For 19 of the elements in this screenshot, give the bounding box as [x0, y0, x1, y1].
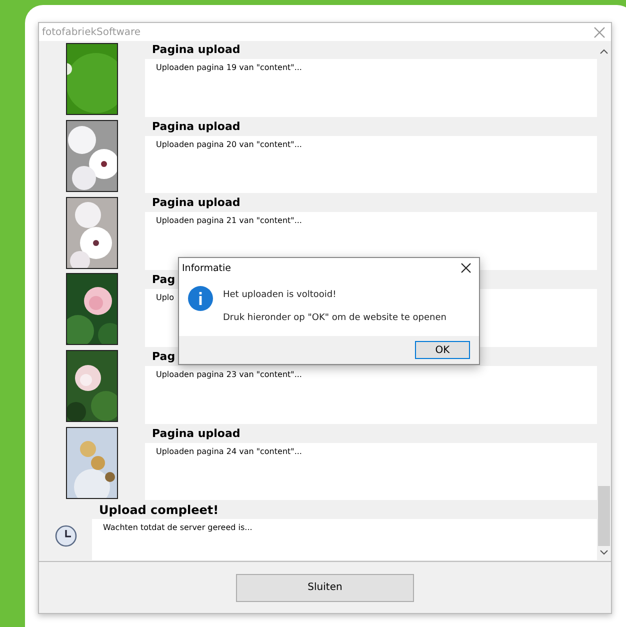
dialog-title: Informatie [182, 262, 232, 274]
dialog-message: Het uploaden is voltooid! [223, 290, 338, 300]
scrollbar-thumb[interactable] [598, 486, 610, 546]
window-title: fotofabriekSoftware [42, 26, 141, 38]
entry-text: Uploaden pagina 19 van "content"... [156, 63, 302, 72]
dialog-detail: Druk hieronder op "OK" om de website te openen [223, 313, 446, 323]
info-icon [188, 286, 213, 311]
ok-button[interactable]: OK [415, 341, 470, 359]
entry-text: Uplo [156, 293, 174, 302]
entry-text: Uploaden pagina 21 van "content"... [156, 216, 302, 226]
entry-text: Uploaden pagina 20 van "content"... [156, 140, 302, 149]
entry-text: Uploaden pagina 23 van "content"... [156, 370, 302, 379]
clock-icon [54, 525, 76, 548]
close-button[interactable]: Sluiten [236, 574, 414, 602]
scroll-up-icon[interactable] [600, 49, 608, 54]
entry-text: Uploaden pagina 24 van "content"... [156, 446, 302, 456]
scroll-down-icon[interactable] [600, 550, 608, 555]
close-icon[interactable] [461, 263, 471, 273]
entry-text: Wachten totdat de server gereed is... [103, 523, 252, 532]
